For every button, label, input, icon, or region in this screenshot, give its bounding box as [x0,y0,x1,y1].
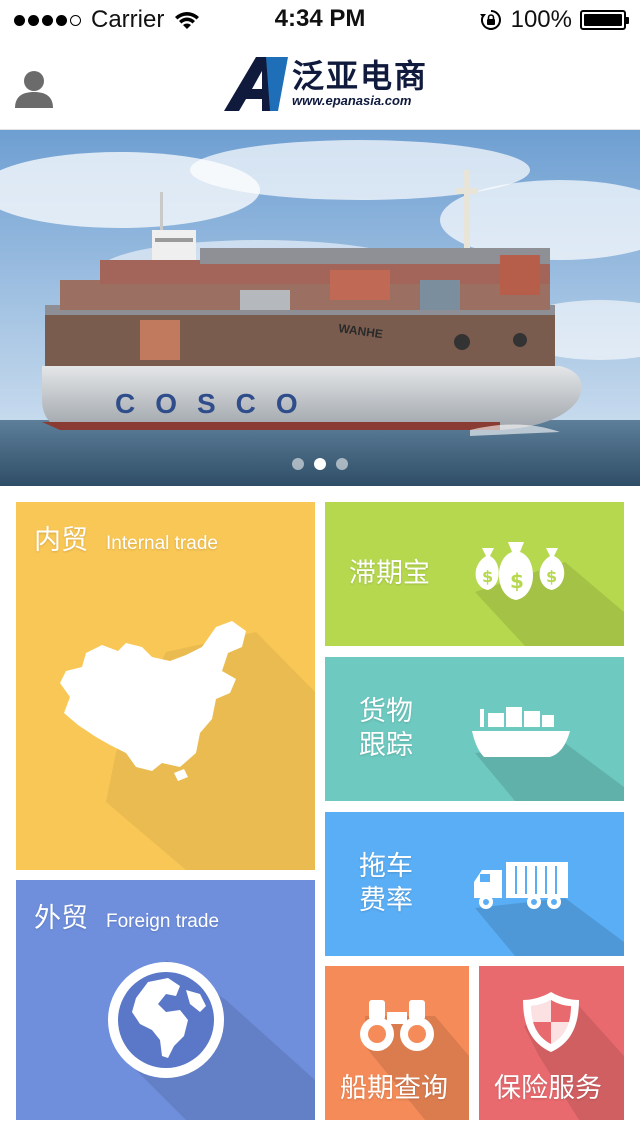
money-bags-icon: $ $ $ [475,542,565,600]
tile-domestic-label: 内贸 Internal trade [34,524,218,561]
truck-icon [474,862,568,909]
logo-url: www.epanasia.com [292,93,412,108]
carrier-name: Carrier [91,6,165,33]
tile-insurance-label: 保险服务 [494,1073,602,1104]
tile-trailer-label: 拖车 费率 [359,850,413,918]
wifi-icon [175,12,200,29]
status-right: 100% [479,6,629,34]
tile-trailer-line1: 拖车 [359,851,413,882]
svg-text:$: $ [546,567,557,586]
pager-dot[interactable] [336,458,348,470]
banner-carousel[interactable]: COSCO WANHE [0,130,640,486]
ship-hull-text: COSCO [115,388,318,419]
status-left: Carrier [14,6,200,34]
binoculars-icon [360,1000,434,1051]
tile-foreign-label: 外贸 Foreign trade [34,902,219,939]
battery-percent: 100% [510,6,572,33]
tile-cargo-tracking[interactable]: 货物 跟踪 [325,657,624,801]
pager-dot[interactable] [292,458,304,470]
shield-icon [523,992,579,1052]
tile-insurance[interactable]: 保险服务 [479,966,624,1120]
china-map-icon [60,621,246,781]
globe-icon [108,962,224,1078]
tile-tracking-line2: 跟踪 [359,730,413,761]
tile-tracking-label: 货物 跟踪 [359,695,413,763]
svg-text:$: $ [482,567,493,586]
logo-text: 泛亚电商 www.epanasia.com [292,59,428,109]
user-avatar-icon[interactable] [12,66,56,110]
app-logo: 泛亚电商 www.epanasia.com [222,54,428,114]
tile-tracking-line1: 货物 [359,696,413,727]
tile-trailer-line2: 费率 [359,885,413,916]
battery-icon [580,10,629,30]
tile-domestic-label-cn: 内贸 [34,525,88,556]
tile-foreign-label-cn: 外贸 [34,903,88,934]
carousel-pager[interactable] [0,458,640,470]
banner-ship-image: COSCO WANHE [0,130,640,486]
cargo-ship-icon [472,707,570,757]
tile-demurrage-label: 滞期宝 [349,558,430,589]
tile-demurrage[interactable]: 滞期宝 $ $ $ [325,502,624,646]
signal-dots-icon [14,14,81,26]
tile-sailing-schedule[interactable]: 船期查询 [325,966,469,1120]
tile-trailer-rates[interactable]: 拖车 费率 [325,812,624,956]
app-header: 泛亚电商 www.epanasia.com [0,40,640,130]
tile-domestic-label-en: Internal trade [106,533,218,554]
status-bar: Carrier 4:34 PM 100% [0,0,640,40]
pager-dot-active[interactable] [314,458,326,470]
tile-domestic-trade[interactable]: 内贸 Internal trade [16,502,315,870]
tile-schedule-label: 船期查询 [340,1073,448,1104]
logo-name: 泛亚电商 [292,57,429,95]
tile-foreign-label-en: Foreign trade [106,911,220,932]
container-stacks [45,248,555,369]
svg-text:$: $ [510,569,524,593]
logo-mark-icon [224,57,288,111]
tile-foreign-trade[interactable]: 外贸 Foreign trade [16,880,315,1120]
rotation-lock-icon [479,10,501,30]
